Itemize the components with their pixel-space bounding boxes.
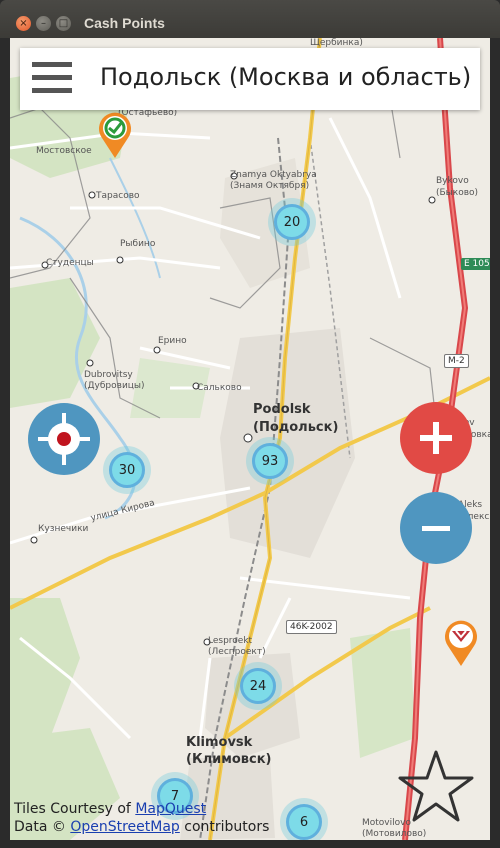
map-label: Студенцы bbox=[46, 258, 94, 268]
window-title: Cash Points bbox=[84, 15, 165, 31]
window-minimize-button[interactable]: – bbox=[36, 16, 51, 31]
attribution-tiles-text: Tiles Courtesy of bbox=[14, 801, 136, 817]
window-close-button[interactable]: × bbox=[16, 16, 31, 31]
map-label: (Знамя Октября) bbox=[230, 181, 310, 191]
window-titlebar: × – □ Cash Points bbox=[0, 0, 500, 38]
zoom-in-button[interactable] bbox=[400, 402, 472, 474]
bank-logo-pin-icon[interactable] bbox=[442, 618, 480, 668]
map-label: Bykovo bbox=[436, 176, 469, 186]
map-label: Сальково bbox=[197, 383, 242, 393]
cluster-count: 20 bbox=[274, 204, 310, 240]
hamburger-icon[interactable] bbox=[32, 60, 72, 98]
map-label-town: Podolsk bbox=[253, 402, 311, 417]
map-label: Znamya Oktyabrya bbox=[230, 170, 317, 180]
plus-icon bbox=[420, 422, 452, 454]
minus-icon bbox=[422, 526, 450, 531]
road-shield-46k: 46K-2002 bbox=[286, 620, 337, 634]
attribution-contributors-text: contributors bbox=[179, 819, 270, 835]
cluster-count: 30 bbox=[109, 452, 145, 488]
locate-crosshair-icon bbox=[38, 413, 90, 465]
map-label: (Дубровицы) bbox=[84, 381, 145, 391]
map-attribution: Tiles Courtesy of MapQuest Data © OpenSt… bbox=[14, 800, 269, 836]
atm-cluster[interactable]: 20 bbox=[268, 198, 316, 246]
window-bottom-border bbox=[0, 840, 500, 848]
atm-cluster[interactable]: 93 bbox=[246, 437, 294, 485]
star-outline-icon bbox=[398, 750, 474, 822]
window-maximize-button[interactable]: □ bbox=[56, 16, 71, 31]
zoom-out-button[interactable] bbox=[400, 492, 472, 564]
map-label: Тарасово bbox=[96, 191, 140, 201]
mapquest-link[interactable]: MapQuest bbox=[135, 801, 206, 817]
map-label-town: (Климовск) bbox=[186, 752, 272, 767]
sberbank-pin-icon[interactable] bbox=[96, 110, 134, 160]
map-label: (Быково) bbox=[436, 188, 479, 198]
atm-cluster[interactable]: 24 bbox=[234, 662, 282, 710]
attribution-data-text: Data © bbox=[14, 819, 71, 835]
locate-button[interactable] bbox=[28, 403, 100, 475]
city-selector-bar[interactable]: Подольск (Москва и область) bbox=[20, 48, 480, 110]
map-label: Dubrovitsy bbox=[84, 370, 133, 380]
map-label: (Леспроект) bbox=[208, 647, 266, 657]
city-name[interactable]: Подольск (Москва и область) bbox=[100, 63, 471, 91]
map-label-town: (Подольск) bbox=[253, 420, 339, 435]
map-label: Кузнечики bbox=[38, 524, 89, 534]
road-shield-m2: M-2 bbox=[444, 354, 469, 368]
map-label: Рыбино bbox=[120, 239, 156, 249]
map-label: (Мотовилово) bbox=[362, 829, 427, 839]
cluster-count: 24 bbox=[240, 668, 276, 704]
map-label-town: Klimovsk bbox=[186, 735, 253, 750]
atm-cluster[interactable]: 30 bbox=[103, 446, 151, 494]
map-label: Lesproekt bbox=[208, 636, 253, 646]
favorite-button[interactable] bbox=[398, 748, 474, 824]
openstreetmap-link[interactable]: OpenStreetMap bbox=[70, 819, 179, 835]
map-label: Мостовское bbox=[36, 146, 92, 156]
atm-cluster[interactable]: 6 bbox=[280, 798, 328, 840]
map-label: Ерино bbox=[158, 336, 187, 346]
cluster-count: 93 bbox=[252, 443, 288, 479]
road-shield-e105: E 105 bbox=[461, 258, 490, 270]
cluster-count: 6 bbox=[286, 804, 322, 840]
